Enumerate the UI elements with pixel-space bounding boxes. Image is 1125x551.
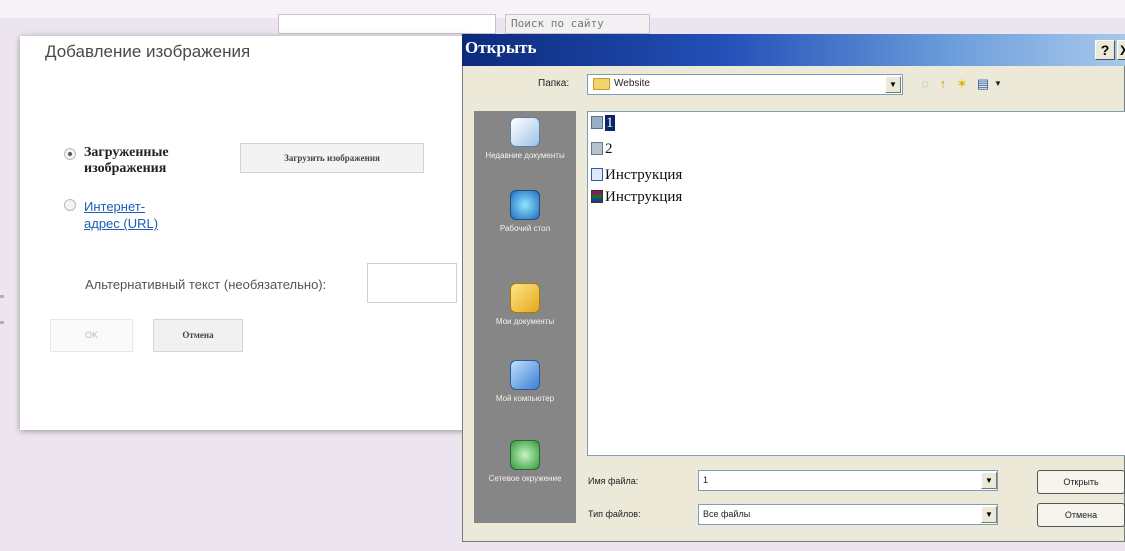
- desktop-icon: [510, 190, 540, 220]
- file-item[interactable]: 1: [591, 114, 615, 132]
- new-folder-icon[interactable]: ✶: [954, 76, 970, 92]
- image-file-icon: [591, 142, 603, 155]
- file-item[interactable]: Инструкция: [591, 188, 682, 206]
- up-folder-icon[interactable]: ↑: [935, 76, 951, 92]
- my-documents-icon: [510, 283, 540, 313]
- place-my-documents[interactable]: Мои документы: [474, 283, 576, 327]
- help-button[interactable]: ?: [1095, 40, 1115, 60]
- file-name: 1: [605, 115, 615, 131]
- place-label: Мой компьютер: [495, 394, 555, 403]
- filename-dropdown-arrow-icon[interactable]: ▼: [981, 472, 997, 489]
- recent-documents-icon: [510, 117, 540, 147]
- word-document-icon: [591, 168, 603, 181]
- url-option-link[interactable]: Интернет-адрес (URL): [84, 198, 174, 232]
- winrar-archive-icon: [591, 190, 603, 203]
- file-name: 2: [605, 141, 613, 157]
- network-places-icon: [510, 440, 540, 470]
- close-button[interactable]: X: [1117, 40, 1125, 60]
- open-window-titlebar[interactable]: [462, 34, 1125, 66]
- image-file-icon: [591, 116, 603, 129]
- my-computer-icon: [510, 360, 540, 390]
- file-name: Инструкция: [605, 189, 683, 205]
- place-recent-documents[interactable]: Недавние документы: [474, 117, 576, 161]
- uploaded-images-radio[interactable]: [64, 148, 76, 160]
- uploaded-images-label[interactable]: Загруженные изображения: [84, 145, 234, 177]
- place-label: Сетевое окружение: [488, 474, 562, 483]
- view-menu-icon[interactable]: ▤: [975, 76, 991, 92]
- folder-icon: [593, 78, 610, 90]
- place-label: Недавние документы: [485, 151, 565, 160]
- open-cancel-button[interactable]: Отмена: [1037, 503, 1125, 527]
- folder-label: Папка:: [538, 78, 570, 89]
- back-icon[interactable]: ◌: [917, 76, 933, 92]
- file-item[interactable]: Инструкция: [591, 166, 682, 184]
- site-search-button[interactable]: Поиск по сайту: [505, 14, 650, 34]
- site-search-input[interactable]: [278, 14, 496, 34]
- cancel-button[interactable]: Отмена: [153, 319, 243, 352]
- file-item[interactable]: 2: [591, 140, 613, 158]
- dialog-title: Добавление изображения: [45, 42, 251, 61]
- file-list[interactable]: [587, 111, 1125, 456]
- place-network[interactable]: Сетевое окружение: [474, 440, 576, 484]
- open-button[interactable]: Открыть: [1037, 470, 1125, 494]
- folder-value: Website: [614, 78, 650, 89]
- alt-text-input[interactable]: [367, 263, 457, 303]
- page-edge-mark: [0, 295, 4, 298]
- place-desktop[interactable]: Рабочий стол: [474, 190, 576, 234]
- open-window-title: Открыть: [465, 38, 537, 57]
- filename-label: Имя файла:: [588, 476, 639, 486]
- filetype-select[interactable]: Все файлы: [698, 504, 998, 525]
- filetype-dropdown-arrow-icon[interactable]: ▼: [981, 506, 997, 523]
- url-radio[interactable]: [64, 199, 76, 211]
- place-label: Рабочий стол: [499, 224, 551, 233]
- file-name: Инструкция: [605, 167, 683, 183]
- page-edge-mark: [0, 321, 4, 324]
- ok-button[interactable]: OK: [50, 319, 133, 352]
- add-image-dialog: [20, 36, 472, 430]
- upload-images-button[interactable]: Загрузить изображения: [240, 143, 424, 173]
- folder-dropdown-arrow-icon[interactable]: ▼: [885, 76, 901, 93]
- filetype-label: Тип файлов:: [588, 509, 641, 519]
- view-dropdown-icon[interactable]: ▼: [990, 76, 1006, 92]
- alt-text-label: Альтернативный текст (необязательно):: [85, 277, 327, 292]
- place-my-computer[interactable]: Мой компьютер: [474, 360, 576, 404]
- place-label: Мои документы: [495, 317, 555, 326]
- filename-input[interactable]: 1: [698, 470, 998, 491]
